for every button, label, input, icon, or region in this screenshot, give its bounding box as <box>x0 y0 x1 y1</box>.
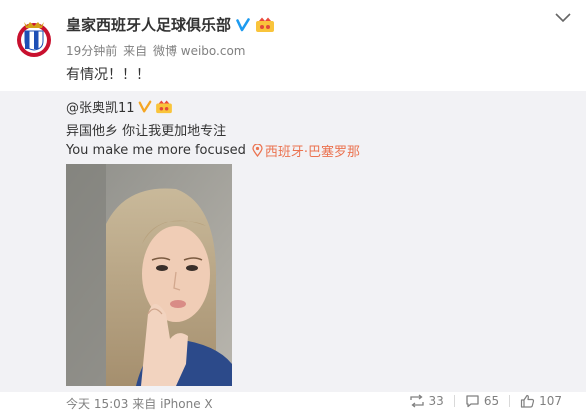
selfie-photo <box>66 164 232 386</box>
post-text: 有情况！！！ <box>66 67 150 83</box>
repost-user-row: @张奥凯11 <box>66 97 173 116</box>
repost-text-line2-row: You make me more focused 西班牙·巴塞罗那 <box>66 141 360 160</box>
weibo-post-card: 皇家西班牙人足球俱乐部 19分钟前 来自 微博 weibo.com 有情况！！！… <box>0 0 586 418</box>
footer-source[interactable]: iPhone X <box>160 397 213 411</box>
weibo-member-icon[interactable] <box>155 99 173 114</box>
chevron-down-icon[interactable] <box>554 10 572 24</box>
like-button[interactable]: 107 <box>510 394 572 408</box>
comment-count: 65 <box>483 394 500 408</box>
repost-icon <box>409 394 424 408</box>
action-bar: 33 65 107 <box>399 394 572 408</box>
repost-user-link[interactable]: @张奥凯11 <box>66 97 135 116</box>
post-source[interactable]: 微博 weibo.com <box>153 44 246 58</box>
post-meta: 19分钟前 来自 微博 weibo.com <box>66 42 248 59</box>
espanyol-crest-icon <box>11 15 57 61</box>
post-footer: 今天 15:03 来自 iPhone X 33 65 107 <box>0 392 586 418</box>
location-link[interactable]: 西班牙·巴塞罗那 <box>252 141 360 160</box>
like-count: 107 <box>539 394 562 408</box>
repost-photo[interactable] <box>66 164 232 386</box>
footer-time[interactable]: 今天 15:03 <box>66 397 128 411</box>
thumbs-up-icon <box>520 394 535 408</box>
post-time[interactable]: 19分钟前 <box>66 44 117 58</box>
footer-source-prefix: 来自 <box>132 397 157 411</box>
weibo-member-icon[interactable] <box>255 17 275 33</box>
repost-text-line1: 异国他乡 你让我更加地专注 <box>66 124 227 139</box>
account-name-row: 皇家西班牙人足球俱乐部 <box>66 14 275 35</box>
location-pin-icon <box>252 144 263 157</box>
comment-icon <box>466 395 479 408</box>
location-text: 西班牙·巴塞罗那 <box>264 145 361 160</box>
footer-meta: 今天 15:03 来自 iPhone X <box>66 395 213 412</box>
verified-v-icon[interactable] <box>235 17 251 33</box>
repost-count: 33 <box>428 394 444 408</box>
repost-button[interactable]: 33 <box>399 394 454 408</box>
account-avatar[interactable] <box>10 14 58 62</box>
repost-text-line2: You make me more focused <box>66 143 246 158</box>
verified-v-icon[interactable] <box>138 100 152 114</box>
account-name-link[interactable]: 皇家西班牙人足球俱乐部 <box>66 14 231 35</box>
comment-button[interactable]: 65 <box>455 394 509 408</box>
source-prefix: 来自 <box>123 44 148 58</box>
